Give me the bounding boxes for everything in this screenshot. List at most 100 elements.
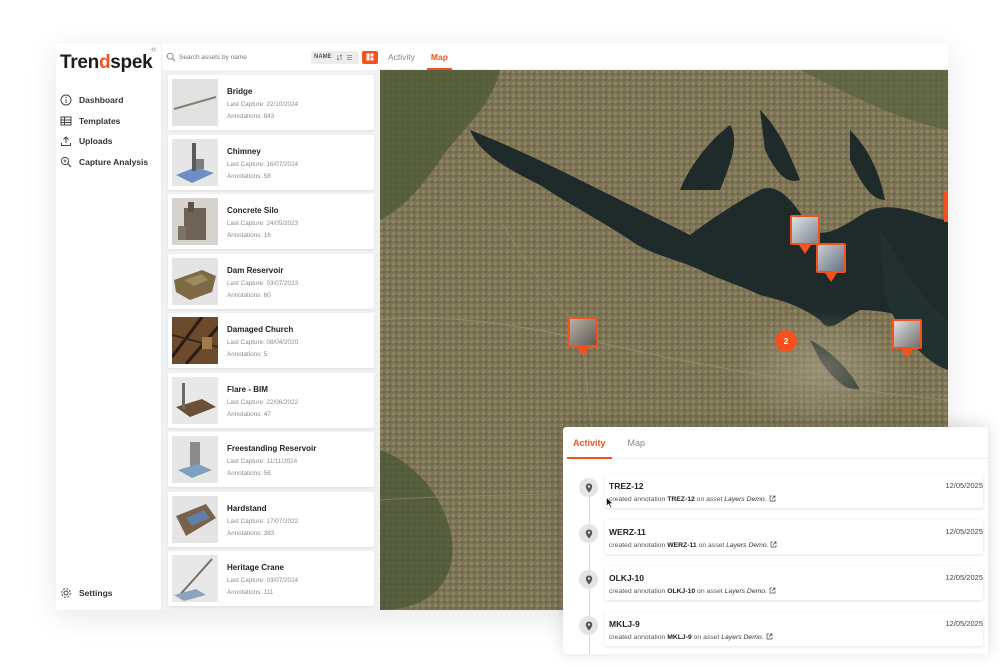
pin-pointer — [901, 349, 913, 358]
grid-view-icon — [366, 53, 374, 61]
activity-title: MKLJ-9 — [609, 619, 640, 629]
asset-link[interactable]: Layers Demo. — [725, 588, 767, 595]
asset-card-chimney[interactable]: Chimney Last Capture: 16/07/2024 Annotat… — [168, 134, 374, 190]
asset-card-freestanding-reservoir[interactable]: Freestanding Reservoir Last Capture: 11/… — [168, 432, 374, 487]
search-input[interactable] — [179, 53, 307, 61]
asset-last-capture: Last Capture: 08/04/2020 — [227, 339, 299, 346]
asset-last-capture: Last Capture: 16/07/2024 — [227, 160, 299, 168]
activity-item[interactable]: OLKJ-10 12/05/2025 created annotation OL… — [579, 566, 983, 602]
sort-control[interactable]: NAME — [311, 50, 359, 64]
pin-thumbnail — [790, 215, 820, 245]
asset-name: Dam Reservoir — [227, 265, 284, 275]
activity-card[interactable]: WERZ-11 12/05/2025 created annotation WE… — [605, 520, 983, 554]
logo-text-accent: d — [98, 52, 111, 73]
map-cluster-marker[interactable]: 2 — [775, 330, 797, 352]
activity-item[interactable]: MKLJ-9 12/05/2025 created annotation MKL… — [579, 612, 983, 648]
activity-item[interactable]: TREZ-12 12/05/2025 created annotation TR… — [579, 474, 983, 510]
asset-thumbnail — [172, 495, 218, 543]
asset-card-hardstand[interactable]: Hardstand Last Capture: 17/07/2022 Annot… — [168, 491, 374, 547]
annotation-code: WERZ-11 — [667, 542, 697, 549]
tab-map[interactable]: Map — [426, 44, 452, 70]
asset-annotations: Annotations: 111 — [227, 589, 274, 596]
sidebar-item-uploads[interactable]: Uploads — [60, 131, 160, 152]
asset-card-bridge[interactable]: Bridge Last Capture: 22/10/2024 Annotati… — [168, 75, 374, 130]
asset-annotations: Annotations: 56 — [227, 470, 271, 477]
pin-pointer — [825, 273, 837, 282]
grid-view-button[interactable] — [361, 50, 378, 64]
info-circle-icon — [60, 94, 72, 106]
asset-last-capture: Last Capture: 03/07/2023 — [227, 279, 299, 287]
pin-pointer — [799, 245, 811, 254]
offscreen-pin-marker[interactable] — [944, 192, 948, 222]
settings-label: Settings — [79, 588, 113, 598]
sidebar: « Trendspek Dashboard Templates Uploads … — [56, 44, 162, 610]
activity-card[interactable]: OLKJ-10 12/05/2025 created annotation OL… — [605, 566, 983, 600]
external-link-icon[interactable] — [769, 495, 776, 502]
sidebar-item-settings[interactable]: Settings — [60, 587, 113, 599]
asset-thumbnail — [172, 376, 218, 424]
asset-annotations: Annotations: 60 — [227, 291, 271, 299]
activity-title: TREZ-12 — [609, 481, 644, 491]
map-asset-pin[interactable] — [568, 317, 598, 357]
external-link-icon[interactable] — [769, 587, 776, 594]
asset-last-capture: Last Capture: 22/06/2022 — [227, 398, 299, 406]
asset-panel: NAME Bridge Last Capture: 22/10/2024 Ann… — [162, 44, 380, 610]
activity-description: created annotation WERZ-11 on asset Laye… — [609, 541, 777, 549]
activity-date: 12/05/2025 — [945, 619, 983, 628]
panel-tab-activity[interactable]: Activity — [567, 427, 611, 459]
external-link-icon[interactable] — [766, 633, 773, 640]
asset-name: Flare - BIM — [227, 384, 268, 394]
activity-description: created annotation OLKJ-10 on asset Laye… — [609, 587, 776, 595]
asset-card-flare-bim[interactable]: Flare - BIM Last Capture: 22/06/2022 Ann… — [168, 372, 374, 428]
asset-name: Damaged Church — [227, 325, 294, 334]
sidebar-item-capture-analysis[interactable]: Capture Analysis — [60, 152, 160, 173]
map-asset-pin[interactable] — [816, 243, 846, 283]
pin-thumbnail — [568, 317, 598, 347]
asset-annotations: Annotations: 47 — [227, 410, 271, 418]
sidebar-item-templates[interactable]: Templates — [60, 111, 160, 132]
asset-annotations: Annotations: 5 — [227, 351, 268, 358]
asset-link[interactable]: Layers Demo. — [724, 496, 766, 503]
activity-date: 12/05/2025 — [945, 573, 983, 582]
sidebar-item-dashboard[interactable]: Dashboard — [60, 90, 160, 111]
asset-link[interactable]: Layers Demo. — [721, 634, 763, 641]
asset-thumbnail — [172, 257, 218, 305]
activity-title: OLKJ-10 — [609, 573, 644, 583]
map-asset-pin[interactable] — [892, 319, 922, 359]
activity-connector: on asset — [693, 634, 720, 641]
asset-name: Bridge — [227, 87, 253, 96]
asset-list: Bridge Last Capture: 22/10/2024 Annotati… — [168, 75, 374, 610]
asset-thumbnail — [172, 555, 218, 602]
location-pin-icon — [579, 570, 598, 589]
asset-card-damaged-church[interactable]: Damaged Church Last Capture: 08/04/2020 … — [168, 313, 374, 368]
asset-annotations: Annotations: 383 — [227, 529, 275, 537]
gear-icon — [61, 588, 71, 598]
asset-card-heritage-crane[interactable]: Heritage Crane Last Capture: 03/07/2024 … — [168, 551, 374, 606]
activity-panel: Activity Map TREZ-12 12/05/2025 created … — [563, 427, 988, 654]
panel-tab-map[interactable]: Map — [628, 427, 646, 459]
pin-pointer — [577, 347, 589, 356]
sort-label: NAME — [314, 54, 332, 60]
logo-text-start: Tren — [60, 52, 99, 73]
list-view-icon[interactable] — [346, 54, 353, 61]
activity-connector: on asset — [698, 542, 725, 549]
activity-item[interactable]: WERZ-11 12/05/2025 created annotation WE… — [579, 520, 983, 556]
asset-thumbnail — [172, 79, 218, 126]
pin-thumbnail — [892, 319, 922, 349]
asset-link[interactable]: Layers Demo. — [726, 542, 768, 549]
asset-name: Freestanding Reservoir — [227, 444, 317, 453]
sidebar-item-label: Dashboard — [79, 95, 124, 106]
sort-direction-icon[interactable] — [336, 54, 343, 61]
tab-activity[interactable]: Activity — [388, 44, 415, 70]
asset-thumbnail — [172, 198, 218, 245]
sidebar-item-label: Capture Analysis — [79, 156, 149, 167]
asset-card-concrete-silo[interactable]: Concrete Silo Last Capture: 24/05/2023 A… — [168, 194, 374, 249]
asset-card-dam-reservoir[interactable]: Dam Reservoir Last Capture: 03/07/2023 A… — [168, 253, 374, 309]
annotation-code: OLKJ-10 — [667, 588, 696, 595]
activity-date: 12/05/2025 — [945, 481, 983, 490]
activity-card[interactable]: TREZ-12 12/05/2025 created annotation TR… — [605, 474, 983, 508]
search-icon — [166, 52, 176, 62]
sidebar-item-label: Uploads — [79, 136, 113, 147]
activity-card[interactable]: MKLJ-9 12/05/2025 created annotation MKL… — [605, 612, 983, 646]
external-link-icon[interactable] — [770, 541, 777, 548]
